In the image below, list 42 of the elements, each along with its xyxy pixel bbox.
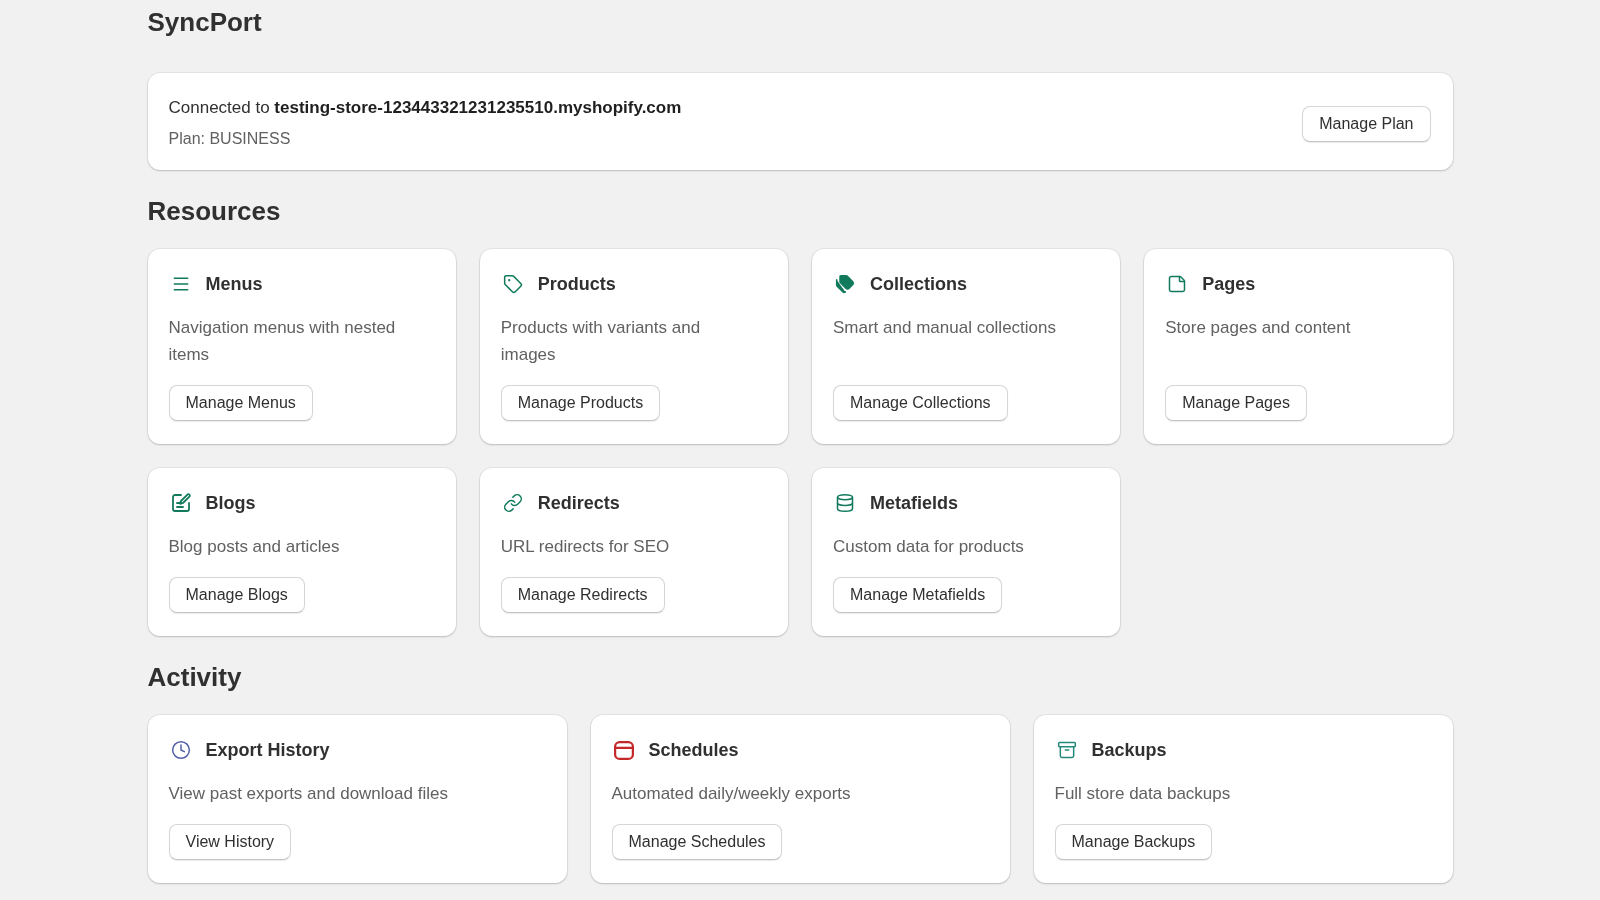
card-title: Schedules: [648, 739, 739, 762]
card-description: Products with variants and images: [500, 317, 702, 366]
connection-status: Connected to testing-store-123443321231235510.myshopify.com: [168, 97, 682, 119]
card-title: Redirects: [537, 492, 620, 515]
note-icon: [1167, 274, 1188, 294]
link-icon: [502, 493, 523, 513]
card-title: Backups: [1091, 739, 1167, 762]
manage-button[interactable]: Manage Backups: [1054, 824, 1213, 860]
manage-button[interactable]: Manage Redirects: [500, 577, 665, 613]
card-description: Custom data for products: [833, 536, 1025, 558]
manage-button[interactable]: Manage Menus: [168, 385, 313, 421]
card-title: Products: [537, 273, 616, 296]
section-heading: Activity: [147, 661, 243, 693]
app-title: SyncPort: [147, 6, 263, 38]
manage-button[interactable]: Manage Products: [500, 385, 661, 421]
card-title: Blogs: [205, 492, 256, 515]
card-title: Export History: [205, 739, 330, 762]
plan-label: Plan: BUSINESS: [168, 129, 292, 149]
card-title: Metafields: [870, 492, 959, 515]
card-title: Menus: [205, 273, 263, 296]
card-description: Full store data backups: [1054, 783, 1232, 805]
tag-icon: [502, 274, 523, 294]
card-title: Collections: [870, 273, 967, 296]
manage-button[interactable]: Manage Collections: [833, 385, 1008, 421]
card-description: Navigation menus with nested items: [168, 317, 397, 366]
card-description: Blog posts and articles: [168, 536, 341, 558]
database-icon: [835, 493, 855, 513]
card-description: Smart and manual collections: [833, 317, 1057, 339]
note-pen-icon: [170, 493, 191, 513]
manage-button[interactable]: Manage Pages: [1165, 385, 1307, 421]
card-description: View past exports and download files: [168, 783, 449, 805]
section-heading: Resources: [147, 195, 282, 227]
card-title: Pages: [1202, 273, 1256, 296]
manage-button[interactable]: Manage Blogs: [168, 577, 305, 613]
tags-icon: [835, 274, 855, 294]
manage-button[interactable]: View History: [168, 824, 292, 860]
manage-plan-button[interactable]: Manage Plan: [1302, 105, 1431, 142]
card-description: Store pages and content: [1165, 317, 1352, 339]
manage-button[interactable]: Manage Metafields: [833, 577, 1003, 613]
card-description: Automated daily/weekly exports: [611, 783, 852, 805]
card-description: URL redirects for SEO: [500, 536, 671, 558]
manage-button[interactable]: Manage Schedules: [611, 824, 783, 860]
